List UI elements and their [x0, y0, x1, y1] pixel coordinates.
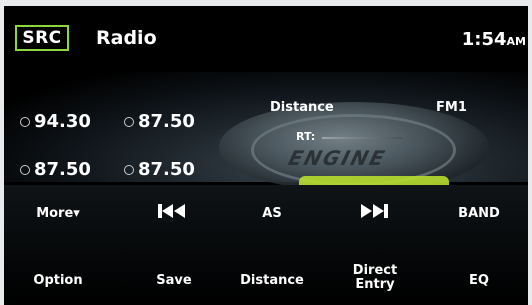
preset-2[interactable]: 87.50 — [124, 111, 195, 132]
skip-forward-icon — [361, 204, 388, 218]
band-indicator: FM1 — [436, 100, 467, 115]
source-button[interactable]: SRC — [15, 25, 69, 51]
preset-1[interactable]: 94.30 — [20, 111, 91, 132]
clock-ampm: AM — [506, 35, 526, 48]
radio-text-line — [322, 137, 402, 139]
eq-button[interactable]: EQ — [444, 274, 514, 288]
preset-3[interactable]: 87.50 — [20, 159, 91, 180]
distance-label: Distance — [270, 100, 334, 115]
page-title: Radio — [96, 27, 157, 49]
radio-dot-icon — [20, 116, 30, 127]
autostore-button[interactable]: AS — [242, 207, 302, 221]
band-button[interactable]: BAND — [444, 207, 514, 221]
preset-1-frequency: 94.30 — [34, 111, 91, 132]
radio-dot-icon — [20, 164, 30, 175]
more-button[interactable]: More▾ — [18, 207, 98, 221]
direct-entry-button[interactable]: Direct Entry — [340, 264, 410, 292]
skip-back-button[interactable] — [152, 203, 192, 221]
head-unit-screen: SRC Radio 1:54AM ENGINE 94.30 87.50 87.5… — [4, 6, 528, 305]
radio-text-label: RT: — [296, 130, 316, 143]
clock-time: 1:54 — [461, 29, 507, 50]
save-button[interactable]: Save — [144, 274, 204, 288]
option-button[interactable]: Option — [18, 274, 98, 288]
radio-dot-icon — [124, 164, 134, 175]
direct-entry-line1: Direct — [352, 263, 398, 278]
radio-dot-icon — [124, 116, 134, 127]
station-logo-text: ENGINE — [285, 146, 389, 170]
distance-button[interactable]: Distance — [232, 274, 312, 288]
direct-entry-line2: Entry — [355, 277, 395, 292]
clock: 1:54AM — [462, 29, 526, 50]
preset-4-frequency: 87.50 — [138, 159, 195, 180]
preset-3-frequency: 87.50 — [34, 159, 91, 180]
preset-4[interactable]: 87.50 — [124, 159, 195, 180]
preset-2-frequency: 87.50 — [138, 111, 195, 132]
skip-back-icon — [158, 204, 185, 218]
skip-forward-button[interactable] — [354, 203, 394, 221]
